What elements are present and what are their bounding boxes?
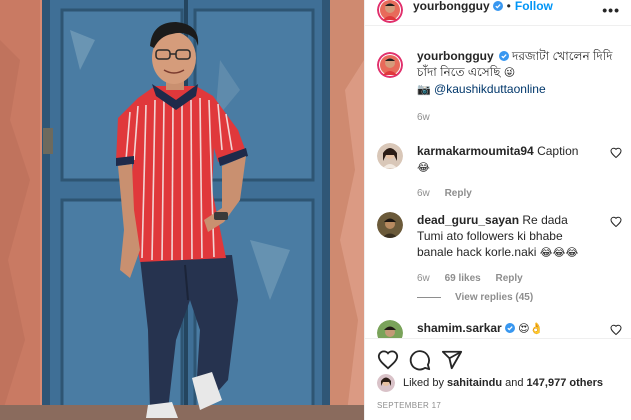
comment-likes[interactable]: 69 likes bbox=[445, 273, 481, 284]
comment-avatar[interactable] bbox=[377, 143, 403, 169]
share-icon[interactable] bbox=[441, 349, 463, 371]
comment-text: Caption bbox=[537, 144, 579, 158]
liked-prefix: Liked by bbox=[403, 377, 444, 389]
verified-icon bbox=[504, 323, 515, 333]
reply-button[interactable]: Reply bbox=[445, 188, 472, 199]
caption-credit-link[interactable]: @kaushikduttaonline bbox=[434, 82, 546, 96]
liked-suffix: and bbox=[505, 377, 524, 389]
comment-item: karmakarmoumita94 Caption 😂 6w Reply bbox=[377, 143, 622, 202]
view-replies-label: View replies (45) bbox=[455, 292, 534, 303]
caption-emoji: 😜 bbox=[503, 66, 516, 79]
likes-summary: Liked by sahitaindu and 147,977 others bbox=[377, 374, 603, 392]
comment-emoji: 😂 bbox=[417, 161, 430, 174]
comment-timestamp[interactable]: 6w bbox=[417, 273, 430, 284]
verified-icon bbox=[492, 0, 503, 11]
liked-count[interactable]: 147,977 others bbox=[527, 377, 603, 389]
follow-button[interactable]: Follow bbox=[515, 0, 553, 13]
post-sidebar: yourbongguy • Follow ••• yourbongguy দরজ… bbox=[364, 0, 631, 420]
comment-item: shamim.sarkar 😍👌 bbox=[377, 320, 622, 338]
comment-avatar[interactable] bbox=[377, 320, 403, 338]
like-heart-icon[interactable] bbox=[377, 349, 399, 371]
avatar[interactable] bbox=[377, 0, 403, 23]
header-separator: • bbox=[506, 0, 511, 13]
liker-avatar[interactable] bbox=[377, 374, 395, 392]
heart-icon[interactable] bbox=[610, 324, 622, 336]
heart-icon[interactable] bbox=[610, 147, 622, 159]
comment-username[interactable]: dead_guru_sayan bbox=[417, 213, 519, 227]
comment-meta: 6w 69 likes Reply bbox=[417, 271, 592, 287]
verified-icon bbox=[498, 51, 509, 61]
header-text: yourbongguy • Follow bbox=[413, 0, 553, 13]
post-header: yourbongguy • Follow ••• bbox=[365, 0, 631, 26]
header-username[interactable]: yourbongguy bbox=[413, 0, 490, 13]
comment-timestamp[interactable]: 6w bbox=[417, 188, 430, 199]
comment-emoji: 😍👌 bbox=[518, 322, 544, 335]
camera-icon: 📷 bbox=[417, 83, 431, 96]
comment-body: karmakarmoumita94 Caption 😂 6w Reply bbox=[417, 143, 592, 202]
reply-button[interactable]: Reply bbox=[496, 273, 523, 284]
post-date[interactable]: SEPTEMBER 17 bbox=[377, 401, 441, 410]
post-caption: yourbongguy দরজাটা খোলেন দিদি চাঁদা নিতে… bbox=[377, 48, 622, 126]
comment-username[interactable]: karmakarmoumita94 bbox=[417, 144, 534, 158]
post-photo[interactable] bbox=[0, 0, 364, 420]
caption-body: yourbongguy দরজাটা খোলেন দিদি চাঁদা নিতে… bbox=[417, 48, 622, 126]
heart-icon[interactable] bbox=[610, 216, 622, 228]
caption-username[interactable]: yourbongguy bbox=[417, 49, 494, 63]
caption-timestamp[interactable]: 6w bbox=[417, 110, 622, 126]
comment-username[interactable]: shamim.sarkar bbox=[417, 321, 502, 335]
caption-avatar[interactable] bbox=[377, 52, 403, 78]
comment-body: dead_guru_sayan Re dada Tumi ato followe… bbox=[417, 212, 592, 287]
comment-icon[interactable] bbox=[409, 349, 431, 371]
comment-avatar[interactable] bbox=[377, 212, 403, 238]
view-replies-divider bbox=[417, 297, 441, 298]
view-replies-button[interactable]: View replies (45) bbox=[417, 292, 533, 303]
liked-user[interactable]: sahitaindu bbox=[447, 377, 502, 389]
more-icon[interactable]: ••• bbox=[602, 2, 620, 18]
comment-body: shamim.sarkar 😍👌 bbox=[417, 320, 592, 337]
comment-item: dead_guru_sayan Re dada Tumi ato followe… bbox=[377, 212, 622, 287]
comment-meta: 6w Reply bbox=[417, 186, 592, 202]
comment-emoji: 😂😂😂 bbox=[539, 246, 579, 259]
post-photo-illustration bbox=[0, 0, 364, 420]
